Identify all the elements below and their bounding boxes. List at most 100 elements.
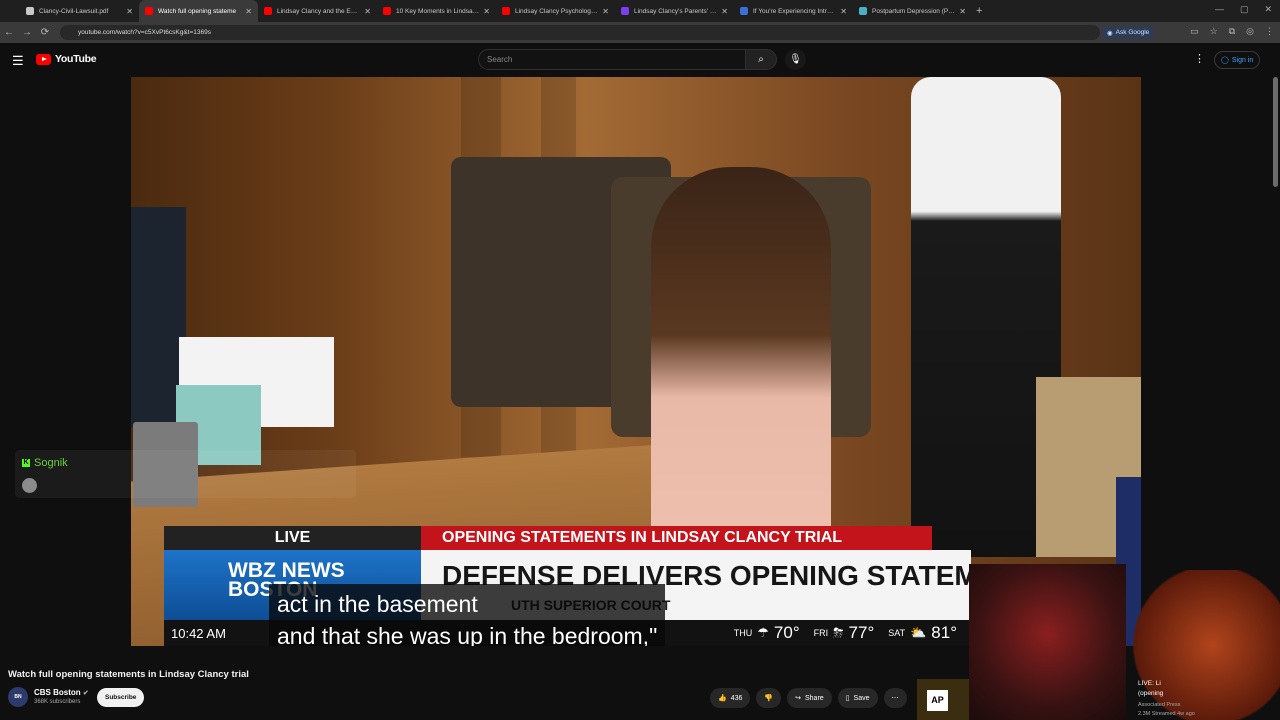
- new-tab-button[interactable]: +: [976, 5, 982, 17]
- browser-tab-bar: Clancy-Civil-Lawsuit.pdf ✕ Watch full open…: [0, 0, 1280, 22]
- tab-list: Clancy-Civil-Lawsuit.pdf ✕ Watch full open…: [20, 0, 972, 22]
- weather-temp: 77°: [848, 623, 875, 642]
- browser-tab[interactable]: Watch full opening stateme ✕: [139, 0, 258, 22]
- close-tab-icon[interactable]: ✕: [840, 7, 847, 16]
- share-label: Share: [805, 694, 824, 702]
- close-tab-icon[interactable]: ✕: [364, 7, 371, 16]
- maximize-icon[interactable]: ▢: [1240, 4, 1249, 15]
- page-scrollbar[interactable]: [1273, 77, 1278, 187]
- tab-label: If You're Experiencing Intrusive: [753, 7, 837, 15]
- like-button[interactable]: 👍 436: [710, 688, 751, 708]
- artwork-overlay: [969, 564, 1126, 720]
- browser-tab[interactable]: Lindsay Clancy's Parents' $1 M ✕: [615, 0, 734, 22]
- save-button[interactable]: ▯ Save: [837, 688, 878, 708]
- kick-icon: K: [22, 459, 30, 467]
- related-title-line: LIVE: Li: [1138, 680, 1161, 687]
- search-button[interactable]: ⌕: [745, 49, 777, 70]
- back-icon[interactable]: ←: [0, 27, 18, 38]
- close-tab-icon[interactable]: ✕: [126, 7, 133, 16]
- related-video-meta: Associated Press 2.3M Streamed 4w ago: [1138, 701, 1195, 719]
- channel-name-label[interactable]: CBS Boston: [34, 688, 81, 697]
- youtube-play-icon: [36, 53, 51, 65]
- tab-label: Clancy-Civil-Lawsuit.pdf: [39, 7, 109, 15]
- tab-favicon-icon: [740, 7, 748, 15]
- microphone-icon: 🎙: [789, 54, 802, 65]
- sign-in-button[interactable]: ◯ Sign in: [1214, 51, 1261, 69]
- weather-day: SAT: [888, 628, 906, 638]
- weather-day: FRI: [813, 628, 829, 638]
- voice-search-button[interactable]: 🎙: [785, 49, 806, 70]
- tab-favicon-icon: [264, 7, 272, 15]
- search-icon: ⌕: [758, 54, 764, 65]
- tab-favicon-icon: [383, 7, 391, 15]
- tab-label: Lindsay Clancy's Parents' $1 M: [634, 7, 718, 15]
- tab-favicon-icon: [145, 7, 153, 15]
- browser-tab[interactable]: Clancy-Civil-Lawsuit.pdf ✕: [20, 0, 139, 22]
- hamburger-menu-icon[interactable]: ☰: [12, 53, 24, 69]
- browser-tab[interactable]: Lindsay Clancy and the Eviden ✕: [258, 0, 377, 22]
- weather-day: THU: [733, 628, 753, 638]
- forward-icon[interactable]: →: [18, 27, 36, 38]
- tab-favicon-icon: [26, 7, 34, 15]
- browser-menu-icon[interactable]: ⋮: [1265, 26, 1274, 37]
- minimize-icon[interactable]: —: [1215, 4, 1224, 15]
- streamer-avatar: [22, 478, 37, 493]
- ask-google-label: Ask Google: [1115, 29, 1150, 36]
- google-lens-icon: ◉: [1107, 29, 1113, 37]
- video-actions: 👍 436 👎 ↪ Share ▯ Save ⋯: [710, 688, 907, 708]
- ask-google-button[interactable]: ◉ Ask Google: [1102, 26, 1155, 39]
- channel-name[interactable]: CBS Boston ✔: [34, 688, 89, 697]
- extensions-icon[interactable]: ⧉: [1229, 26, 1235, 37]
- url-text: youtube.com/watch?v=c5XvPt6csKg&t=1369s: [78, 29, 211, 36]
- youtube-logo[interactable]: YouTube: [36, 53, 97, 65]
- tab-label: Lindsay Clancy and the Eviden: [277, 7, 361, 15]
- streamer-name-label: Sognik: [34, 457, 68, 469]
- youtube-header: ☰ YouTube Search ⌕ 🎙 ⋮ ◯ Sign in: [0, 43, 1280, 77]
- cast-icon[interactable]: ▭: [1190, 26, 1199, 37]
- video-title: Watch full opening statements in Lindsay…: [8, 669, 249, 680]
- tab-label: 10 Key Moments in Lindsay Cl: [396, 7, 480, 15]
- close-tab-icon[interactable]: ✕: [602, 7, 609, 16]
- verified-icon: ✔: [82, 690, 89, 697]
- thumbs-up-icon: 👍: [718, 695, 727, 702]
- browser-tab[interactable]: If You're Experiencing Intrusive ✕: [734, 0, 853, 22]
- related-title-line: (opening: [1138, 690, 1164, 697]
- reload-icon[interactable]: ⟳: [36, 27, 54, 38]
- browser-tab[interactable]: Lindsay Clancy Psychologist Di ✕: [496, 0, 615, 22]
- url-bar[interactable]: youtube.com/watch?v=c5XvPt6csKg&t=1369s: [60, 25, 1100, 40]
- close-tab-icon[interactable]: ✕: [721, 7, 728, 16]
- related-channel: Associated Press: [1138, 702, 1181, 708]
- share-button[interactable]: ↪ Share: [787, 688, 832, 708]
- more-actions-button[interactable]: ⋯: [883, 688, 907, 708]
- live-label: LIVE: [164, 526, 421, 550]
- bookmark-star-icon[interactable]: ☆: [1210, 26, 1218, 37]
- defendant-figure: [651, 167, 831, 587]
- related-video-title[interactable]: LIVE: Li (opening: [1138, 679, 1163, 699]
- address-toolbar: ← → ⟳ youtube.com/watch?v=c5XvPt6csKg&t=…: [0, 22, 1280, 43]
- partly-cloudy-icon: ⛅: [910, 625, 927, 640]
- weather-item: FRI ⛈ 77°: [814, 623, 875, 643]
- caption-line: act in the basement: [277, 591, 478, 617]
- close-window-icon[interactable]: ✕: [1264, 4, 1272, 15]
- close-tab-icon[interactable]: ✕: [959, 7, 966, 16]
- video-player[interactable]: LIVE OPENING STATEMENTS IN LINDSAY CLANC…: [131, 77, 1141, 646]
- profile-icon[interactable]: ◎: [1246, 26, 1254, 37]
- search-input[interactable]: Search: [478, 49, 746, 70]
- channel-avatar[interactable]: BN: [8, 687, 28, 707]
- subscribe-button[interactable]: Subscribe: [97, 688, 145, 707]
- close-tab-icon[interactable]: ✕: [483, 7, 490, 16]
- settings-menu-icon[interactable]: ⋮: [1194, 52, 1205, 65]
- browser-tab[interactable]: Postpartum Depression (PPD) ✕: [853, 0, 972, 22]
- closed-captions: act in the basement and that she was up …: [269, 584, 666, 646]
- close-tab-icon[interactable]: ✕: [245, 7, 252, 16]
- caption-line: and that she was up in the bedroom,": [277, 623, 658, 646]
- weather-list: THU ☂ 70° FRI ⛈ 77° SAT ⛅ 81°: [734, 623, 971, 643]
- ap-logo: AP: [927, 690, 948, 711]
- tab-favicon-icon: [859, 7, 867, 15]
- streamer-name: K Sognik: [22, 457, 68, 469]
- dislike-button[interactable]: 👎: [756, 688, 782, 708]
- tab-favicon-icon: [621, 7, 629, 15]
- like-count: 436: [730, 694, 743, 702]
- browser-tab[interactable]: 10 Key Moments in Lindsay Cl ✕: [377, 0, 496, 22]
- window-controls: — ▢ ✕: [1215, 4, 1272, 15]
